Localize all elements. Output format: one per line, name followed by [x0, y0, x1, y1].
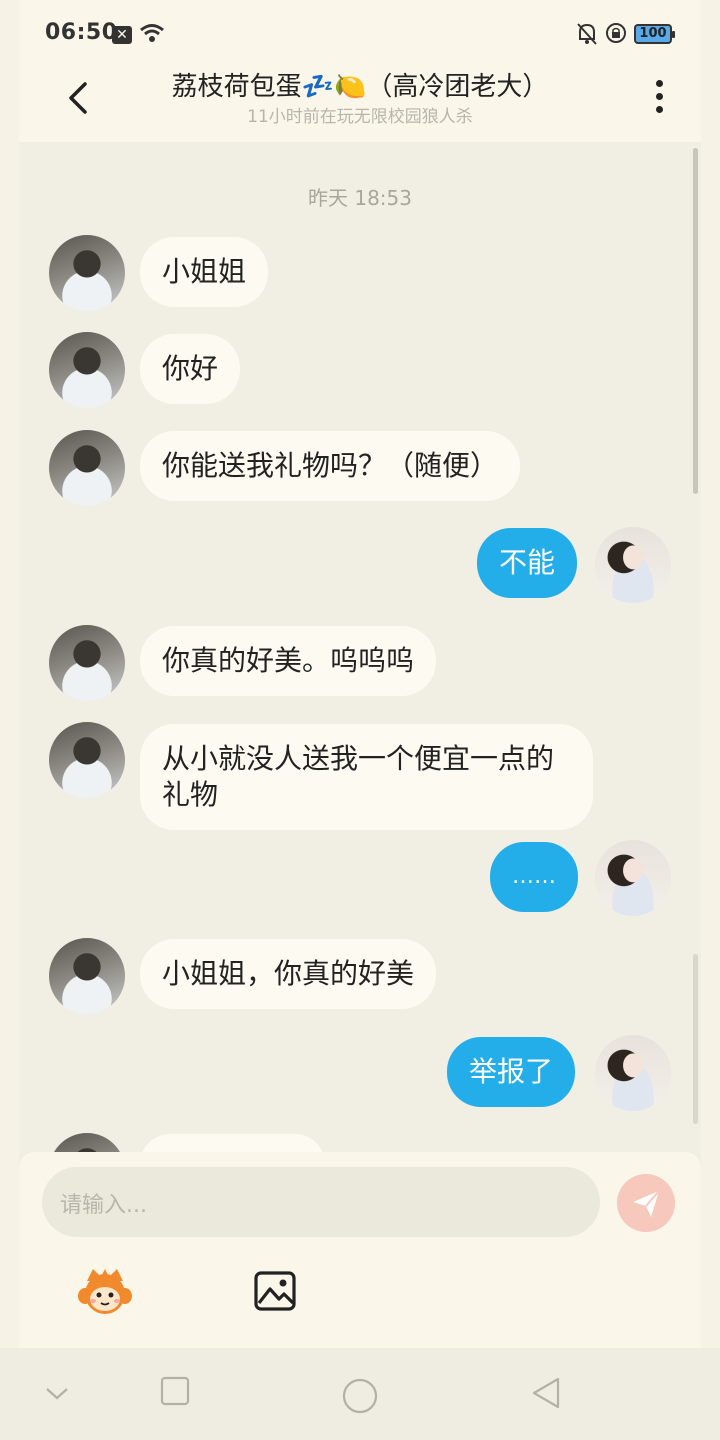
send-icon[interactable]	[617, 1174, 675, 1232]
battery-indicator: 100	[634, 24, 675, 44]
message-bubble-outgoing[interactable]: 举报了	[447, 1037, 576, 1107]
chat-screen: 06:50 ✕ 100 荔枝荷包蛋💤🍋（高冷团老大） 11小时前在玩无限校园狼人…	[19, 0, 701, 1348]
back-triangle-icon[interactable]	[530, 1376, 562, 1410]
message-bubble-incoming[interactable]: 小姐姐，你真的好美	[140, 939, 437, 1009]
message-bubble-incoming[interactable]	[140, 1134, 325, 1152]
contact-avatar[interactable]	[49, 938, 125, 1014]
chevron-down-icon[interactable]	[44, 1384, 70, 1404]
mute-bell-icon	[577, 23, 597, 45]
user-avatar[interactable]	[595, 840, 671, 916]
recents-square-icon[interactable]	[160, 1376, 190, 1406]
notification-x-icon: ✕	[112, 26, 132, 44]
message-bubble-incoming[interactable]: 从小就没人送我一个便宜一点的礼物	[140, 724, 593, 830]
image-icon[interactable]	[253, 1269, 297, 1313]
contact-status: 11小时前在玩无限校园狼人杀	[247, 107, 473, 127]
message-bubble-incoming[interactable]: 你能送我礼物吗？（随便）	[140, 431, 521, 501]
message-bubble-outgoing[interactable]: ……	[490, 842, 578, 912]
chat-header: 荔枝荷包蛋💤🍋（高冷团老大） 11小时前在玩无限校园狼人杀	[19, 66, 701, 142]
wifi-icon	[140, 24, 164, 42]
message-list[interactable]: 昨天 18:53 小姐姐 你好 你能送我礼物吗？（随便） 不能 你真的好美。呜呜…	[19, 142, 701, 1152]
contact-avatar[interactable]	[49, 430, 125, 506]
phone-frame: 06:50 ✕ 100 荔枝荷包蛋💤🍋（高冷团老大） 11小时前在玩无限校园狼人…	[0, 0, 720, 1440]
home-circle-icon[interactable]	[342, 1378, 378, 1414]
contact-avatar[interactable]	[49, 332, 125, 408]
message-input[interactable]: 请输入...	[42, 1167, 600, 1237]
message-composer: 请输入...	[19, 1152, 701, 1348]
contact-avatar[interactable]	[49, 235, 125, 311]
message-timestamp: 昨天 18:53	[308, 186, 412, 210]
contact-avatar[interactable]	[49, 1133, 125, 1152]
message-bubble-incoming[interactable]: 你好	[140, 334, 241, 404]
rotation-lock-icon	[606, 23, 626, 43]
status-bar: 06:50 ✕ 100	[19, 0, 701, 66]
message-bubble-incoming[interactable]: 小姐姐	[140, 237, 269, 307]
message-bubble-incoming[interactable]: 你真的好美。呜呜呜	[140, 626, 437, 696]
message-bubble-outgoing[interactable]: 不能	[477, 528, 578, 598]
more-vertical-icon[interactable]	[649, 80, 669, 120]
contact-avatar[interactable]	[49, 722, 125, 798]
contact-avatar[interactable]	[49, 625, 125, 701]
status-time: 06:50	[45, 20, 118, 45]
user-avatar[interactable]	[595, 1035, 671, 1111]
user-avatar[interactable]	[595, 527, 671, 603]
mascot-emoji-icon[interactable]	[77, 1267, 133, 1315]
system-navigation-bar	[0, 1348, 720, 1440]
contact-name[interactable]: 荔枝荷包蛋💤🍋（高冷团老大）	[19, 66, 701, 103]
scrollbar-track	[693, 954, 698, 1124]
